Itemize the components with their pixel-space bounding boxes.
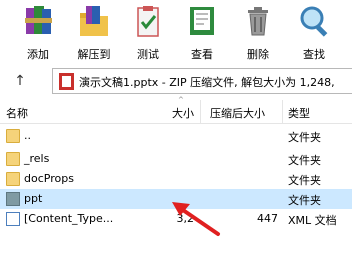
find-label: 查找 [303, 48, 325, 61]
column-name[interactable]: 名称 [6, 105, 28, 121]
column-size[interactable]: 大小 [172, 105, 194, 121]
toolbar: 添加 解压到 测试 查看 删除 查找 [0, 0, 352, 66]
clipboard-check-icon [137, 6, 159, 37]
archive-path: 演示文稿1.pptx - ZIP 压缩文件, 解包大小为 1,248, [79, 76, 335, 89]
item-name: docProps [24, 172, 74, 185]
view-label: 查看 [191, 48, 213, 61]
add-label: 添加 [27, 48, 49, 61]
find-button[interactable]: 查找 [290, 4, 338, 64]
address-bar[interactable]: 演示文稿1.pptx - ZIP 压缩文件, 解包大小为 1,248, [52, 68, 352, 94]
column-divider[interactable] [200, 100, 201, 124]
item-name: _rels [24, 152, 50, 165]
list-item[interactable]: _rels 文件夹 [0, 149, 352, 169]
folder-extract-icon [80, 6, 108, 36]
test-button[interactable]: 测试 [124, 4, 172, 64]
item-name: ppt [24, 192, 43, 205]
red-arrow-annotation [172, 202, 220, 236]
item-packed-size: 447 [257, 212, 278, 225]
up-arrow-icon[interactable]: ↑ [12, 72, 28, 90]
folder-icon [6, 172, 20, 186]
trash-icon [248, 7, 268, 36]
add-button[interactable]: 添加 [14, 4, 62, 64]
folder-icon [6, 192, 20, 206]
item-type: 文件夹 [288, 131, 321, 144]
folder-icon [6, 129, 20, 143]
item-type: 文件夹 [288, 194, 321, 207]
archive-add-icon [25, 6, 52, 34]
extract-to-label: 解压到 [77, 48, 111, 61]
item-name: [Content_Type... [24, 212, 114, 225]
delete-label: 删除 [247, 48, 269, 61]
book-view-icon [190, 7, 214, 35]
folder-icon [6, 152, 20, 166]
zip-archive-icon [59, 73, 74, 90]
xml-file-icon [6, 212, 20, 226]
list-item[interactable]: .. 文件夹 [0, 126, 352, 146]
item-name: .. [24, 129, 31, 142]
extract-to-button[interactable]: 解压到 [70, 4, 118, 64]
delete-button[interactable]: 删除 [234, 4, 282, 64]
column-packed[interactable]: 压缩后大小 [210, 105, 265, 121]
address-row: ↑ 演示文稿1.pptx - ZIP 压缩文件, 解包大小为 1,248, [0, 66, 352, 96]
column-header: 名称 大小 压缩后大小 类型 [0, 100, 352, 124]
item-type: 文件夹 [288, 154, 321, 167]
column-type[interactable]: 类型 [288, 105, 310, 121]
column-divider[interactable] [282, 100, 283, 124]
view-button[interactable]: 查看 [178, 4, 226, 64]
list-item[interactable]: docProps 文件夹 [0, 169, 352, 189]
item-type: 文件夹 [288, 174, 321, 187]
item-type: XML 文档 [288, 214, 337, 227]
magnifier-icon [300, 6, 328, 37]
test-label: 测试 [137, 48, 159, 61]
